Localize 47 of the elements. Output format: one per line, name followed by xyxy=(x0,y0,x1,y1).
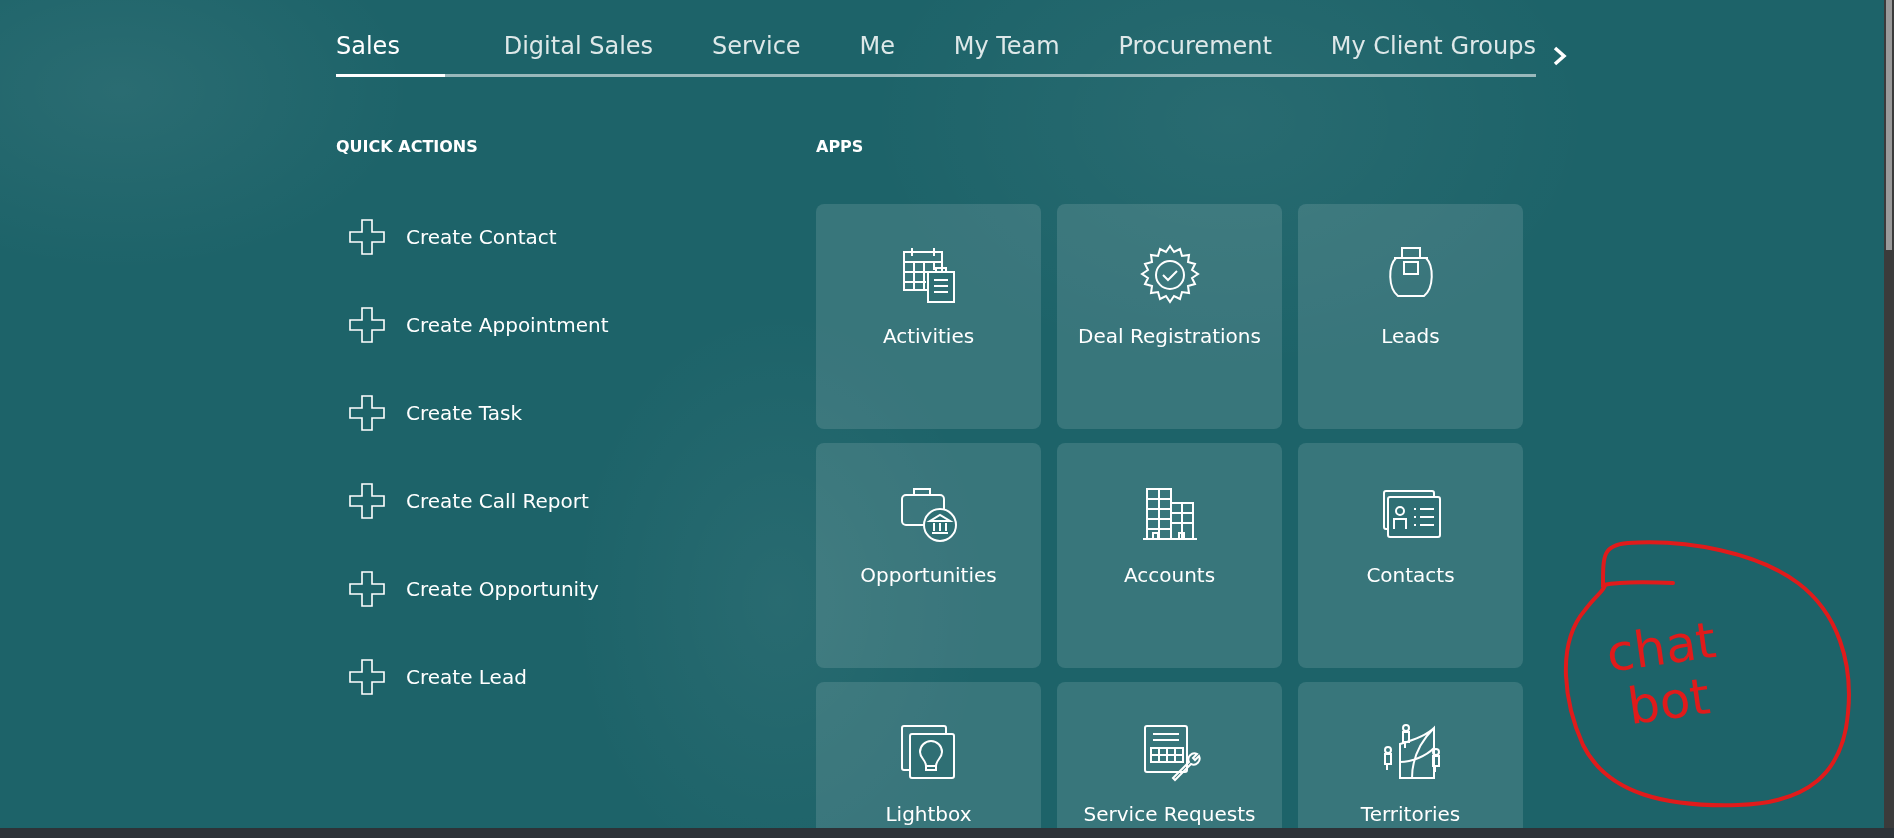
app-tile[interactable]: Contacts xyxy=(1298,443,1523,668)
app-tile[interactable]: Deal Registrations xyxy=(1057,204,1282,429)
quick-action-label: Create Call Report xyxy=(406,489,589,513)
app-tile[interactable]: Lightbox xyxy=(816,682,1041,828)
nav-tab[interactable]: My Team xyxy=(953,28,1060,77)
quick-action-link[interactable]: Create Task xyxy=(348,394,816,432)
app-tile[interactable]: Territories xyxy=(1298,682,1523,828)
app-tile-label: Territories xyxy=(1360,802,1461,826)
nav-tab[interactable]: Digital Sales xyxy=(503,28,654,77)
quick-action-label: Create Contact xyxy=(406,225,557,249)
app-tile[interactable]: Opportunities xyxy=(816,443,1041,668)
nav-tab[interactable]: My Client Groups xyxy=(1330,28,1536,77)
quick-action-label: Create Lead xyxy=(406,665,527,689)
apps-heading: APPS xyxy=(816,137,865,156)
app-tile[interactable]: Leads xyxy=(1298,204,1523,429)
app-tile[interactable]: Accounts xyxy=(1057,443,1282,668)
app-tile[interactable]: Service Requests xyxy=(1057,682,1282,828)
plus-icon xyxy=(348,218,386,256)
app-tile-label: Lightbox xyxy=(885,802,972,826)
nav-tab[interactable]: Sales xyxy=(336,28,445,77)
app-tile-label: Service Requests xyxy=(1083,802,1256,826)
nav-tab[interactable]: Me xyxy=(859,28,895,77)
nav-tab[interactable]: Service xyxy=(711,28,801,77)
scrollbar[interactable] xyxy=(1884,0,1894,828)
plus-icon xyxy=(348,482,386,520)
plus-icon xyxy=(348,658,386,696)
app-tile-label: Leads xyxy=(1381,324,1440,348)
quick-action-label: Create Appointment xyxy=(406,313,609,337)
quick-action-link[interactable]: Create Appointment xyxy=(348,306,816,344)
plus-icon xyxy=(348,570,386,608)
quick-action-label: Create Task xyxy=(406,401,522,425)
quick-actions-heading: QUICK ACTIONS xyxy=(336,137,479,156)
quick-action-link[interactable]: Create Lead xyxy=(348,658,816,696)
quick-action-label: Create Opportunity xyxy=(406,577,599,601)
quick-action-link[interactable]: Create Call Report xyxy=(348,482,816,520)
app-tile-label: Accounts xyxy=(1123,563,1216,587)
quick-action-link[interactable]: Create Contact xyxy=(348,218,816,256)
plus-icon xyxy=(348,306,386,344)
app-tile-label: Deal Registrations xyxy=(1078,324,1261,348)
nav-tab[interactable]: Procurement xyxy=(1118,28,1272,77)
app-tile[interactable]: Activities xyxy=(816,204,1041,429)
app-tile-label: Opportunities xyxy=(860,563,997,587)
app-tile-label: Activities xyxy=(882,324,975,348)
plus-icon xyxy=(348,394,386,432)
quick-action-link[interactable]: Create Opportunity xyxy=(348,570,816,608)
app-tile-label: Contacts xyxy=(1366,563,1455,587)
handwritten-annotation: chat bot xyxy=(1601,610,1721,739)
